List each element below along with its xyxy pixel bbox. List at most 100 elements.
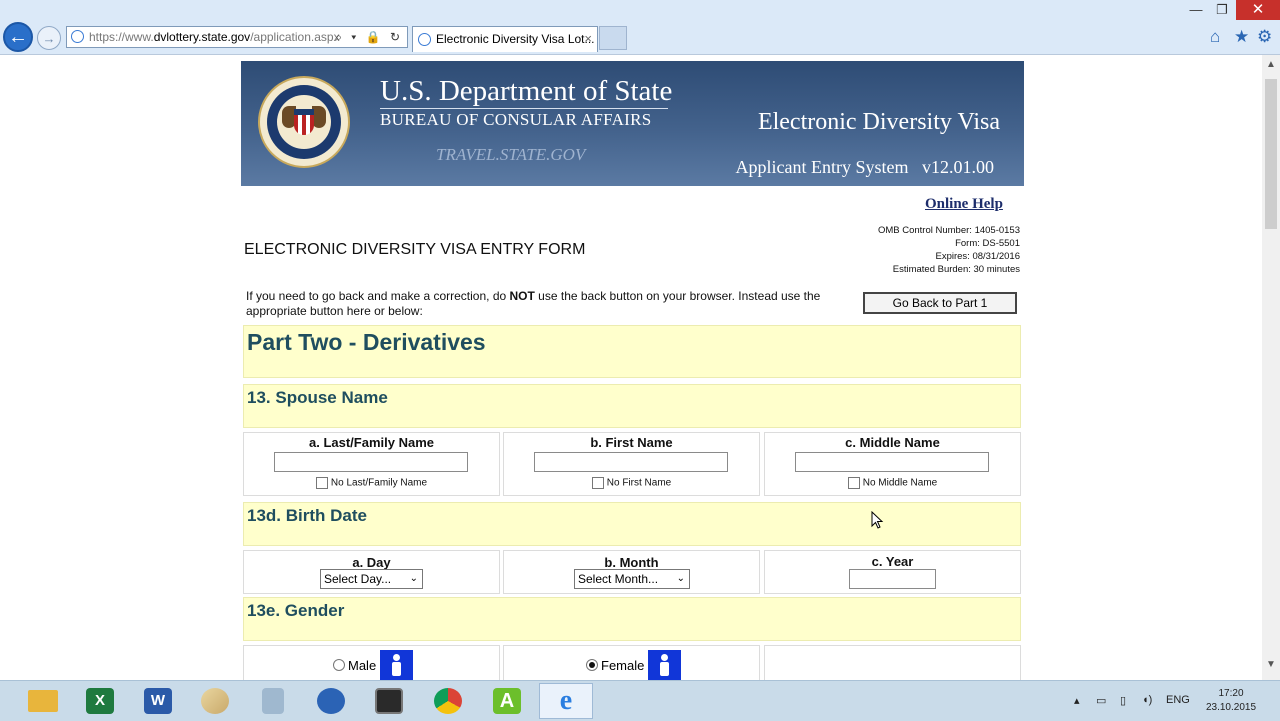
no-middle-name-checkbox[interactable] <box>847 477 860 489</box>
spouse-name-header: 13. Spouse Name <box>243 384 1021 428</box>
chevron-down-icon: ⌄ <box>409 573 418 584</box>
male-option[interactable]: Male <box>333 650 414 680</box>
gender-male-cell: Male <box>243 645 500 680</box>
address-bar[interactable]: https://www.dvlottery.state.gov/applicat… <box>66 26 408 48</box>
last-name-label: a. Last/Family Name <box>309 435 434 450</box>
system-clock[interactable]: 17:20 23.10.2015 <box>1200 687 1262 715</box>
form-title: ELECTRONIC DIVERSITY VISA ENTRY FORM <box>244 241 586 258</box>
banner-title: U.S. Department of State <box>380 75 673 107</box>
birth-date-header: 13d. Birth Date <box>243 502 1021 546</box>
taskbar-calculator[interactable] <box>246 683 300 719</box>
month-select[interactable]: Select Month... ⌄ <box>574 569 690 589</box>
male-person-icon <box>380 650 414 680</box>
omb-info: OMB Control Number: 1405-0153 Form: DS-5… <box>877 225 1020 275</box>
word-icon: W <box>144 688 172 714</box>
minimize-button[interactable]: — <box>1182 0 1210 20</box>
state-department-seal <box>258 76 350 168</box>
new-tab-button[interactable] <box>599 26 627 50</box>
close-window-button[interactable]: ✕ <box>1236 0 1280 20</box>
restore-button[interactable]: ❐ <box>1208 0 1236 20</box>
taskbar-refresh-app[interactable] <box>304 683 358 719</box>
address-url: https://www.dvlottery.state.gov/applicat… <box>89 30 340 44</box>
taskbar-chrome[interactable] <box>421 683 475 719</box>
female-radio[interactable] <box>586 659 598 671</box>
language-indicator[interactable]: ENG <box>1166 694 1190 706</box>
monitor-icon <box>375 688 403 714</box>
no-last-name-checkbox[interactable] <box>315 477 328 489</box>
middle-name-input[interactable] <box>795 452 989 472</box>
taskbar-internet-explorer[interactable]: e <box>539 683 593 719</box>
no-first-name-checkbox[interactable] <box>591 477 604 489</box>
scroll-down-icon[interactable]: ▼ <box>1262 659 1280 670</box>
part-two-header: Part Two - Derivatives <box>243 325 1021 378</box>
taskbar-media-player[interactable] <box>362 683 416 719</box>
day-select[interactable]: Select Day... ⌄ <box>320 569 423 589</box>
vertical-scrollbar[interactable]: ▲ ▼ <box>1262 55 1280 680</box>
forward-button[interactable]: → <box>37 26 61 50</box>
no-last-name-option[interactable]: No Last/Family Name <box>244 477 499 489</box>
green-a-icon: A <box>493 688 521 714</box>
tab-electronic-diversity-visa[interactable]: Electronic Diversity Visa Lot... × <box>412 26 598 52</box>
home-icon[interactable]: ⌂ <box>1210 27 1220 47</box>
go-back-to-part1-button[interactable]: Go Back to Part 1 <box>863 292 1017 314</box>
ie-favicon-icon <box>418 33 431 46</box>
scrollbar-thumb[interactable] <box>1265 79 1277 229</box>
female-person-icon <box>648 650 682 680</box>
folder-icon <box>28 690 58 712</box>
middle-name-cell: c. Middle Name No Middle Name <box>764 432 1021 496</box>
banner-system-version: Applicant Entry System v12.01.00 <box>735 157 994 177</box>
windows-taskbar: X W A e ▴ ▭ ▯ ◖) ENG 17:20 23.10.2015 <box>0 680 1280 721</box>
month-label: b. Month <box>604 555 659 570</box>
part-two-heading: Part Two - Derivatives <box>247 329 486 355</box>
gender-heading: 13e. Gender <box>247 601 345 620</box>
gender-empty-cell <box>764 645 1021 680</box>
first-name-input[interactable] <box>534 452 728 472</box>
scroll-up-icon[interactable]: ▲ <box>1262 59 1280 70</box>
last-name-cell: a. Last/Family Name No Last/Family Name <box>243 432 500 496</box>
gender-female-cell: Female <box>503 645 760 680</box>
page-viewport: U.S. Department of State BUREAU OF CONSU… <box>0 55 1262 680</box>
gender-header: 13e. Gender <box>243 597 1021 641</box>
year-label: c. Year <box>871 554 914 569</box>
tray-expand-icon[interactable]: ▴ <box>1074 694 1080 707</box>
tab-close-icon[interactable]: × <box>584 27 592 51</box>
back-button[interactable]: ← <box>3 22 33 52</box>
taskbar-word[interactable]: W <box>131 683 185 719</box>
network-icon[interactable]: ▭ <box>1096 694 1106 707</box>
day-label: a. Day <box>352 555 391 570</box>
birth-date-heading: 13d. Birth Date <box>247 506 367 525</box>
chevron-down-icon: ⌄ <box>676 573 685 584</box>
favorites-star-icon[interactable]: ★ <box>1234 27 1249 47</box>
taskbar-paint[interactable] <box>188 683 242 719</box>
taskbar-a-app[interactable]: A <box>480 683 534 719</box>
calculator-icon <box>262 688 284 714</box>
taskbar-excel[interactable]: X <box>73 683 127 719</box>
address-tools-icons[interactable]: ⌕ ▾ 🔒 ↻ <box>335 27 403 47</box>
online-help-link[interactable]: Online Help <box>925 196 1003 213</box>
correction-instructions: If you need to go back and make a correc… <box>246 289 821 318</box>
gear-icon[interactable]: ⚙ <box>1257 27 1272 47</box>
last-name-input[interactable] <box>274 452 468 472</box>
birth-day-cell: a. Day Select Day... ⌄ <box>243 550 500 594</box>
banner-edv-title: Electronic Diversity Visa <box>757 109 1000 135</box>
tab-title: Electronic Diversity Visa Lot... <box>436 32 595 46</box>
chrome-icon <box>434 688 462 714</box>
first-name-cell: b. First Name No First Name <box>503 432 760 496</box>
power-icon[interactable]: ▯ <box>1120 694 1126 707</box>
male-radio[interactable] <box>333 659 345 671</box>
taskbar-file-explorer[interactable] <box>16 683 70 719</box>
female-option[interactable]: Female <box>586 650 682 680</box>
arrow-right-icon: → <box>42 30 56 46</box>
ie-favicon-icon <box>71 30 84 43</box>
middle-name-label: c. Middle Name <box>845 435 940 450</box>
spouse-name-heading: 13. Spouse Name <box>247 388 388 407</box>
no-middle-name-option[interactable]: No Middle Name <box>765 477 1020 489</box>
banner-subtitle: BUREAU OF CONSULAR AFFAIRS <box>380 110 652 129</box>
year-input[interactable] <box>849 569 936 589</box>
birth-year-cell: c. Year <box>764 550 1021 594</box>
excel-icon: X <box>86 688 114 714</box>
birth-month-cell: b. Month Select Month... ⌄ <box>503 550 760 594</box>
no-first-name-option[interactable]: No First Name <box>504 477 759 489</box>
volume-icon[interactable]: ◖) <box>1142 694 1152 706</box>
paint-palette-icon <box>201 688 229 714</box>
